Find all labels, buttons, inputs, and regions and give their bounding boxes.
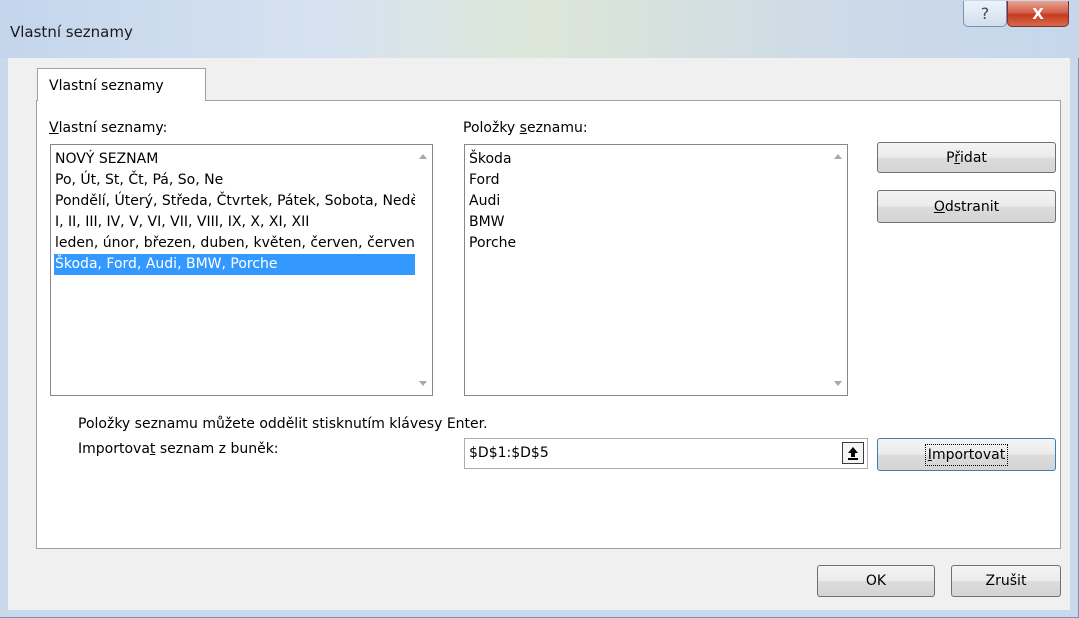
ok-button[interactable]: OK bbox=[817, 565, 935, 597]
import-label: Importovat seznam z buněk: bbox=[78, 441, 279, 457]
dialog-footer: OK Zrušit bbox=[8, 549, 1070, 610]
list-entry: Ford bbox=[469, 172, 500, 188]
import-range-input[interactable] bbox=[469, 443, 829, 463]
scroll-up-icon[interactable] bbox=[834, 154, 842, 159]
custom-lists-scrollbar[interactable] bbox=[415, 145, 432, 395]
import-button-label: Importovat bbox=[924, 443, 1009, 466]
import-range-field[interactable] bbox=[464, 438, 868, 469]
list-entries-label: Položky seznamu: bbox=[463, 120, 588, 136]
import-button[interactable]: Importovat bbox=[877, 438, 1056, 471]
hint-text: Položky seznamu můžete oddělit stisknutí… bbox=[78, 416, 488, 432]
list-item-selected[interactable]: Škoda, Ford, Audi, BMW, Porche bbox=[54, 254, 417, 275]
list-entry: Audi bbox=[469, 193, 501, 209]
add-button-label: Přidat bbox=[946, 149, 987, 166]
tab-custom-lists[interactable]: Vlastní seznamy bbox=[37, 68, 206, 101]
list-entries-textbox[interactable]: Škoda Ford Audi BMW Porche bbox=[464, 144, 848, 396]
cancel-button[interactable]: Zrušit bbox=[951, 565, 1061, 597]
cancel-button-label: Zrušit bbox=[985, 573, 1027, 589]
custom-lists-label: Vlastní seznamy: bbox=[49, 120, 168, 136]
list-item[interactable]: I, II, III, IV, V, VI, VII, VIII, IX, X,… bbox=[54, 212, 309, 233]
list-item[interactable]: Po, Út, St, Čt, Pá, So, Ne bbox=[54, 170, 223, 191]
tab-label: Vlastní seznamy bbox=[49, 78, 164, 94]
list-entry: BMW bbox=[469, 214, 505, 230]
ok-button-label: OK bbox=[865, 573, 887, 589]
title-bar[interactable]: Vlastní seznamy ? X bbox=[0, 0, 1079, 58]
scroll-up-icon[interactable] bbox=[419, 154, 427, 159]
add-button[interactable]: Přidat bbox=[877, 142, 1056, 173]
list-item[interactable]: Pondělí, Úterý, Středa, Čtvrtek, Pátek, … bbox=[54, 191, 432, 212]
custom-lists-listbox[interactable]: NOVÝ SEZNAM Po, Út, St, Čt, Pá, So, Ne P… bbox=[50, 144, 433, 396]
dialog-title: Vlastní seznamy bbox=[10, 23, 133, 41]
list-entry: Porche bbox=[469, 235, 517, 251]
tab-panel: Vlastní seznamy: NOVÝ SEZNAM Po, Út, St,… bbox=[36, 100, 1061, 549]
help-icon: ? bbox=[980, 4, 990, 23]
scroll-down-icon[interactable] bbox=[419, 381, 427, 386]
delete-button[interactable]: Odstranit bbox=[877, 190, 1056, 223]
list-entries-scrollbar[interactable] bbox=[830, 145, 847, 395]
list-item[interactable]: leden, únor, březen, duben, květen, červ… bbox=[54, 233, 431, 254]
scroll-down-icon[interactable] bbox=[834, 381, 842, 386]
collapse-dialog-button[interactable] bbox=[842, 442, 864, 464]
list-item[interactable]: NOVÝ SEZNAM bbox=[54, 149, 158, 170]
list-entry: Škoda bbox=[469, 151, 512, 167]
close-icon: X bbox=[1032, 4, 1044, 23]
custom-lists-dialog: Vlastní seznamy ? X Vlastní seznamy Vlas… bbox=[0, 0, 1079, 618]
dialog-body: Vlastní seznamy Vlastní seznamy: NOVÝ SE… bbox=[8, 58, 1070, 610]
help-button[interactable]: ? bbox=[963, 1, 1007, 27]
delete-button-label: Odstranit bbox=[933, 198, 1000, 215]
close-button[interactable]: X bbox=[1007, 1, 1069, 27]
arrow-up-icon bbox=[848, 447, 858, 460]
